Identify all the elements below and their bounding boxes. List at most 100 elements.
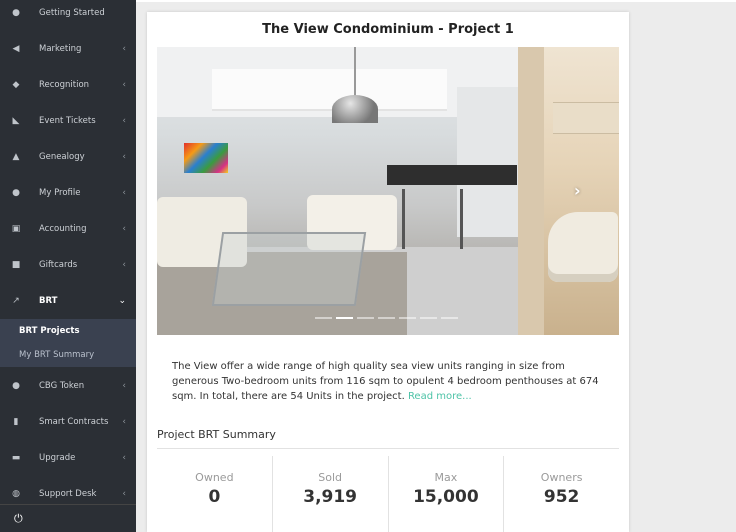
sidebar-item-brt[interactable]: ↗ BRT ⌄ [0, 283, 136, 319]
sidebar-subitem-label: BRT Projects [19, 326, 80, 336]
sidebar-item-label: Support Desk [39, 489, 97, 499]
sidebar-item-label: Upgrade [39, 453, 76, 463]
sidebar-item-recognition[interactable]: ◆ Recognition ‹ [0, 67, 136, 103]
chevron-left-icon: ‹ [122, 116, 126, 126]
gift-icon: ■ [11, 260, 21, 270]
megaphone-icon: ◀ [12, 44, 20, 54]
stat-label: Max [434, 471, 458, 484]
carousel-slide-next [518, 47, 619, 335]
chevron-left-icon: ‹ [122, 381, 126, 391]
carousel-indicator[interactable] [420, 317, 437, 319]
sidebar-item-label: Getting Started [39, 8, 105, 18]
top-bar [136, 0, 736, 2]
sidebar-item-label: Recognition [39, 80, 90, 90]
sidebar-item-label: My Profile [39, 188, 81, 198]
sidebar-subitem-my-brt-summary[interactable]: My BRT Summary [0, 343, 136, 367]
sidebar-item-getting-started[interactable]: ● Getting Started [0, 0, 136, 31]
chevron-down-icon: ⌄ [118, 296, 126, 306]
chevron-left-icon: ‹ [122, 260, 126, 270]
sidebar-item-label: Marketing [39, 44, 82, 54]
stat-value: 952 [543, 487, 580, 507]
sidebar-item-label: CBG Token [39, 381, 85, 391]
sidebar-item-upgrade[interactable]: ▬ Upgrade ‹ [0, 440, 136, 476]
summary-title: Project BRT Summary [157, 428, 276, 441]
sidebar-item-cbg-token[interactable]: ● CBG Token ‹ [0, 368, 136, 404]
stat-sold: Sold 3,919 [273, 456, 389, 532]
wall [518, 47, 544, 335]
bar-stools [402, 189, 463, 249]
stat-value: 15,000 [413, 487, 479, 507]
sidebar-item-my-profile[interactable]: ● My Profile ‹ [0, 175, 136, 211]
stat-owners: Owners 952 [504, 456, 619, 532]
sitemap-icon: ▲ [12, 152, 20, 162]
image-carousel[interactable]: › [157, 47, 619, 335]
carousel-indicator[interactable] [357, 317, 374, 319]
carousel-indicator[interactable] [399, 317, 416, 319]
tag-icon: ◣ [12, 116, 20, 126]
car-icon: ▬ [11, 453, 21, 463]
carousel-indicator-active[interactable] [336, 317, 353, 319]
sidebar-item-label: Event Tickets [39, 116, 96, 126]
sidebar-footer: ⏻ [0, 504, 136, 532]
diamond-icon: ◆ [12, 80, 20, 90]
stat-owned: Owned 0 [157, 456, 273, 532]
project-description: The View offer a wide range of high qual… [172, 359, 602, 404]
line-chart-icon: ↗ [12, 296, 20, 306]
sidebar-item-genealogy[interactable]: ▲ Genealogy ‹ [0, 139, 136, 175]
globe-icon: ◍ [12, 489, 20, 499]
sidebar-item-label: Smart Contracts [39, 417, 109, 427]
sidebar-subitem-label: My BRT Summary [19, 350, 95, 360]
summary-stats: Owned 0 Sold 3,919 Max 15,000 Owners 952 [157, 456, 619, 532]
coin-icon: ● [12, 381, 20, 391]
project-card: The View Condominium - Project 1 › The V… [147, 12, 629, 532]
sidebar-item-smart-contracts[interactable]: ▮ Smart Contracts ‹ [0, 404, 136, 440]
sidebar-item-label: Accounting [39, 224, 87, 234]
chevron-left-icon: ‹ [122, 44, 126, 54]
painting [184, 143, 228, 173]
stat-label: Sold [318, 471, 342, 484]
sidebar-item-label: BRT [39, 296, 58, 306]
carousel-indicators [315, 317, 458, 319]
sidebar-item-event-tickets[interactable]: ◣ Event Tickets ‹ [0, 103, 136, 139]
chevron-left-icon: ‹ [122, 188, 126, 198]
chevron-left-icon: ‹ [122, 80, 126, 90]
divider [157, 448, 619, 449]
money-icon: ▣ [11, 224, 21, 234]
chevron-left-icon: ‹ [122, 489, 126, 499]
sidebar-item-label: Genealogy [39, 152, 85, 162]
carousel-slide-living-room [157, 47, 518, 335]
carousel-next-icon[interactable]: › [574, 181, 581, 200]
stat-label: Owned [195, 471, 234, 484]
sidebar-item-label: Giftcards [39, 260, 78, 270]
user-circle-icon: ● [12, 8, 20, 18]
sidebar-item-giftcards[interactable]: ■ Giftcards ‹ [0, 247, 136, 283]
chevron-left-icon: ‹ [122, 417, 126, 427]
chevron-left-icon: ‹ [122, 453, 126, 463]
chevron-left-icon: ‹ [122, 224, 126, 234]
sidebar-item-accounting[interactable]: ▣ Accounting ‹ [0, 211, 136, 247]
stat-label: Owners [540, 471, 583, 484]
sidebar-item-marketing[interactable]: ◀ Marketing ‹ [0, 31, 136, 67]
lounge-chair [548, 212, 618, 282]
user-icon: ● [12, 188, 20, 198]
chevron-left-icon: ‹ [122, 152, 126, 162]
carousel-indicator[interactable] [378, 317, 395, 319]
stat-value: 3,919 [303, 487, 358, 507]
coffee-table [211, 232, 367, 306]
carousel-indicator[interactable] [315, 317, 332, 319]
sidebar: ● Getting Started ◀ Marketing ‹ ◆ Recogn… [0, 0, 136, 532]
ceiling-recess [212, 69, 447, 111]
description-text: The View offer a wide range of high qual… [172, 361, 599, 402]
project-title: The View Condominium - Project 1 [262, 22, 514, 37]
read-more-link[interactable]: Read more... [408, 391, 472, 402]
stat-max: Max 15,000 [389, 456, 505, 532]
bar-chart-icon: ▮ [13, 417, 19, 427]
kitchen-counter [387, 165, 517, 185]
kitchen-wall [457, 87, 518, 237]
lamp [332, 95, 378, 123]
carousel-indicator[interactable] [441, 317, 458, 319]
lamp-rod [354, 47, 356, 97]
power-icon[interactable]: ⏻ [14, 512, 23, 526]
air-vent [553, 102, 619, 134]
sidebar-subitem-brt-projects[interactable]: BRT Projects [0, 319, 136, 343]
